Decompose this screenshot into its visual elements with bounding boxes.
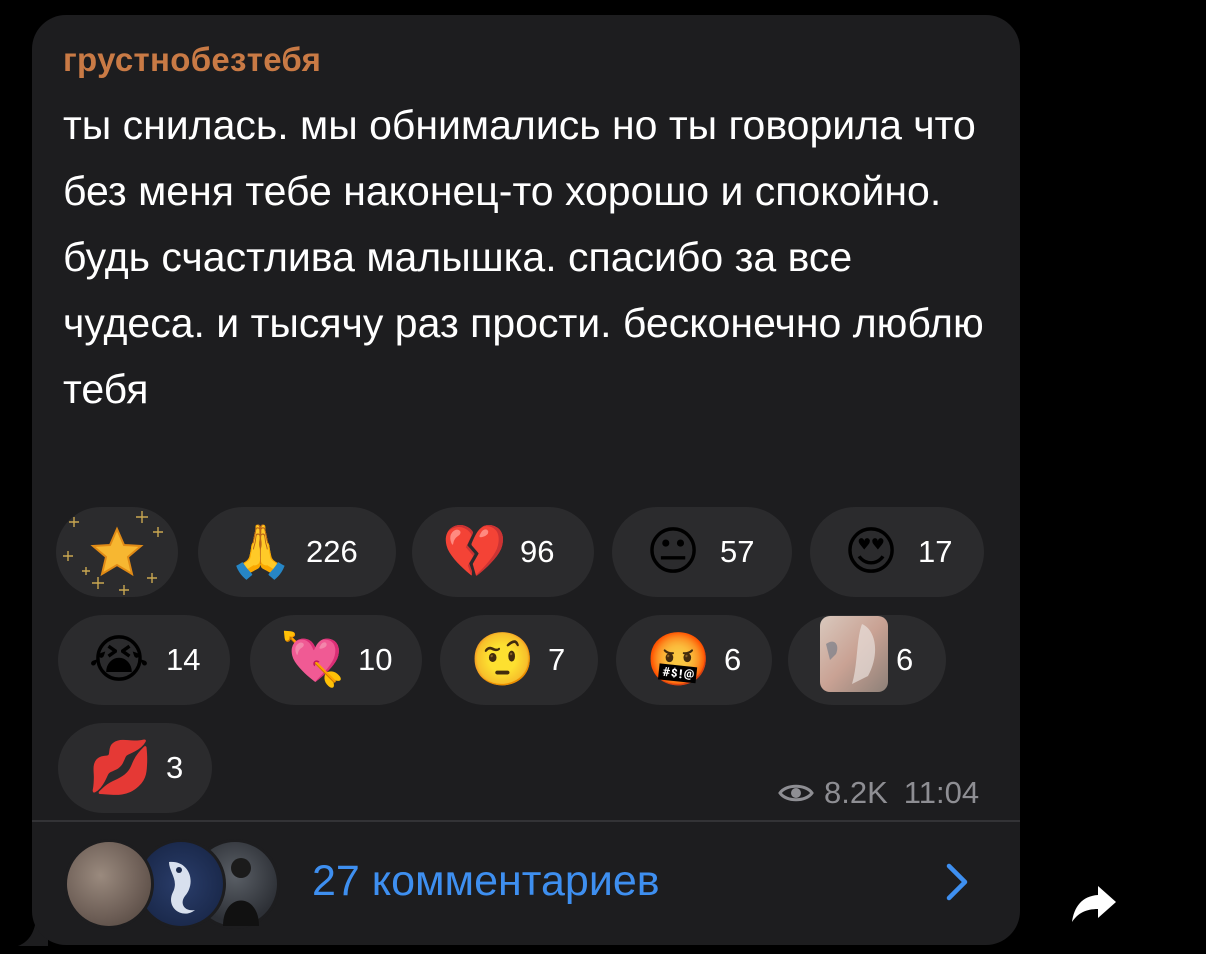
reaction-pray[interactable]: 🙏 226	[198, 507, 396, 597]
reaction-count: 3	[166, 750, 184, 785]
praying-hands-icon: 🙏	[228, 523, 293, 581]
sparkle-star-icon	[63, 511, 163, 595]
reaction-count: 57	[720, 534, 755, 569]
reaction-star[interactable]	[56, 507, 178, 597]
post-text: ты снилась. мы обнимались но ты говорила…	[63, 102, 984, 412]
reaction-heart-eyes[interactable]: 😍 17	[810, 507, 984, 597]
views-count: 8.2K	[824, 775, 888, 810]
broken-heart-icon: 💔	[442, 523, 507, 581]
reaction-raised-eyebrow[interactable]: 🤨 7	[440, 615, 598, 705]
neutral-face-icon: 😐	[645, 523, 701, 581]
reaction-crying[interactable]: 😭 14	[58, 615, 230, 705]
reaction-count: 17	[918, 534, 953, 569]
share-arrow-icon[interactable]	[1070, 882, 1118, 924]
reaction-count: 6	[896, 642, 914, 677]
reaction-heart-arrow[interactable]: 💘 10	[250, 615, 422, 705]
reaction-count: 14	[166, 642, 201, 677]
comments-button[interactable]: 27 комментариев	[32, 822, 1020, 945]
channel-post-bubble[interactable]: грустнобезтебя ты снилась. мы обнимались…	[32, 15, 1020, 945]
reaction-kiss[interactable]: 💋 3	[58, 723, 212, 813]
reaction-count: 7	[548, 642, 566, 677]
avatar	[64, 839, 154, 929]
reaction-count: 226	[306, 534, 358, 569]
custom-sticker-icon	[818, 614, 888, 707]
kiss-mark-icon: 💋	[88, 739, 153, 797]
reaction-neutral[interactable]: 😐 57	[612, 507, 792, 597]
raised-eyebrow-icon: 🤨	[470, 631, 535, 689]
chevron-right-icon	[946, 863, 968, 901]
crying-face-icon: 😭	[88, 631, 150, 689]
post-meta: 8.2K 11:04	[778, 775, 979, 811]
reaction-broken-heart[interactable]: 💔 96	[412, 507, 594, 597]
cursing-face-icon: 🤬	[646, 631, 711, 689]
post-time: 11:04	[903, 775, 980, 810]
post-author[interactable]: грустнобезтебя	[63, 41, 321, 79]
reaction-custom[interactable]: 6	[788, 615, 946, 705]
reaction-count: 6	[724, 642, 742, 677]
reaction-count: 96	[520, 534, 555, 569]
comments-count-label: 27 комментариев	[312, 857, 660, 905]
chat-background: грустнобезтебя ты снилась. мы обнимались…	[0, 0, 1206, 954]
heart-with-arrow-icon: 💘	[280, 631, 345, 689]
reaction-cursing[interactable]: 🤬 6	[616, 615, 772, 705]
heart-eyes-icon: 😍	[843, 523, 899, 581]
reaction-count: 10	[358, 642, 393, 677]
eye-icon	[778, 784, 814, 802]
